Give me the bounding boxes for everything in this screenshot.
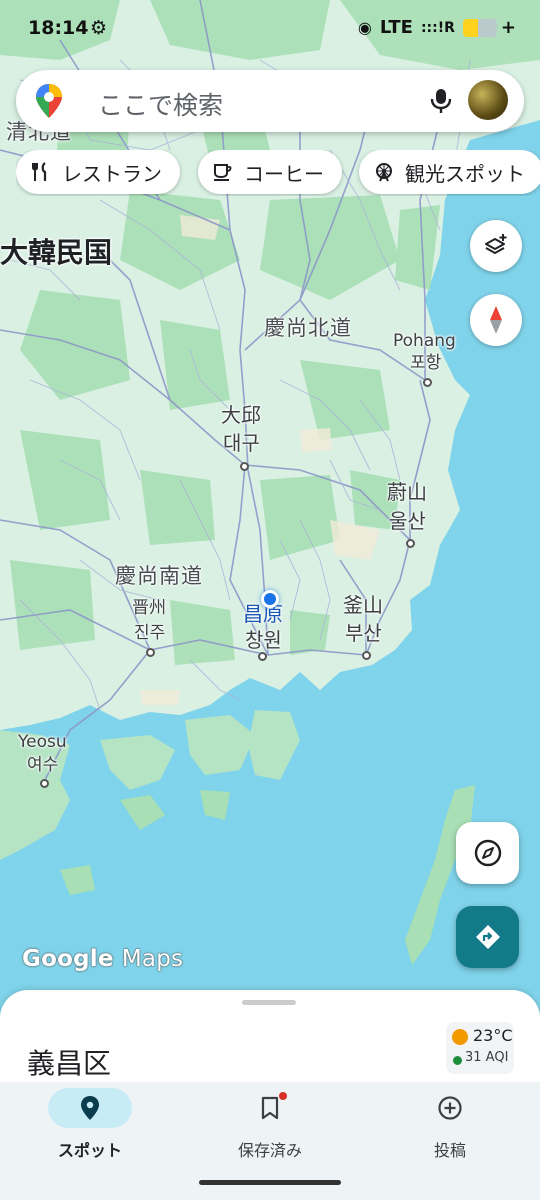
map-label-changwon-cn: 昌原: [243, 602, 283, 626]
map-label-yeosu-ko: 여수: [27, 755, 59, 775]
search-bar[interactable]: ここで検索: [16, 70, 524, 132]
network-type: LTE: [379, 17, 413, 38]
add-circle-icon: [438, 1096, 462, 1120]
status-indicators: ◉ LTE :::!R +: [358, 17, 516, 38]
fork-knife-icon: [32, 162, 47, 181]
nav-contribute[interactable]: 投稿: [360, 1082, 540, 1172]
map-label-jinju-cn: 晋州: [132, 598, 166, 618]
chip-sightseeing[interactable]: 観光スポット: [359, 150, 540, 194]
map-label-busan-cn: 釜山: [343, 593, 383, 617]
nav-label: 投稿: [433, 1141, 466, 1160]
attribution-brand: Google: [22, 946, 114, 972]
map-label-gyeongnam: 慶尚南道: [115, 564, 203, 588]
map-city-dot-busan[interactable]: [362, 651, 371, 660]
layers-plus-icon: [485, 234, 507, 254]
layers-button[interactable]: [470, 220, 522, 272]
bookmark-icon: [261, 1096, 279, 1120]
location-pin-icon: [81, 1096, 99, 1120]
status-time: 18:14: [28, 17, 89, 39]
nav-label: 保存済み: [237, 1141, 302, 1160]
chip-label: レストラン: [62, 161, 162, 186]
map-city-dot-daegu[interactable]: [240, 462, 249, 471]
map-city-dot-yeosu[interactable]: [40, 779, 49, 788]
aqi-status-icon: [453, 1056, 462, 1065]
sun-icon: [452, 1029, 468, 1045]
map-label-yeosu-en: Yeosu: [18, 732, 67, 752]
map-label-daegu-cn: 大邱: [221, 403, 261, 427]
weather-widget[interactable]: 23°C 31 AQI: [446, 1022, 514, 1074]
chip-restaurants[interactable]: レストラン: [16, 150, 180, 194]
chip-label: コーヒー: [244, 161, 324, 186]
nav-explore[interactable]: スポット: [0, 1082, 180, 1172]
air-quality: 31 AQI: [465, 1050, 509, 1065]
map-city-dot-changwon[interactable]: [258, 652, 267, 661]
temperature: 23°C: [473, 1026, 513, 1045]
signal-icon: :::!R: [420, 19, 455, 36]
map-label-ulsan-cn: 蔚山: [387, 480, 427, 504]
google-maps-attribution: Google Maps: [22, 946, 183, 972]
map-label-pohang-ko: 포항: [410, 353, 442, 373]
compass-button[interactable]: [470, 294, 522, 346]
map-city-dot-pohang[interactable]: [423, 378, 432, 387]
attribution-product: Maps: [121, 946, 184, 972]
status-bar: 18:14 ⚙ ◉ LTE :::!R +: [0, 0, 540, 58]
map-label-pohang-en: Pohang: [393, 331, 456, 351]
map-label-ulsan-ko: 울산: [389, 509, 426, 533]
microphone-icon[interactable]: [426, 86, 456, 116]
battery-icon: [462, 18, 497, 37]
directions-arrow-icon: [475, 925, 500, 949]
nav-label: スポット: [57, 1141, 122, 1160]
navigation-compass-icon: [474, 839, 501, 867]
explore-button[interactable]: [456, 822, 519, 884]
category-chips: レストラン コーヒー 観光スポット: [16, 150, 540, 196]
chip-coffee[interactable]: コーヒー: [198, 150, 342, 194]
battery-fill: [462, 18, 479, 37]
map-label-changwon-ko: 창원: [245, 628, 282, 652]
map-label-daegu-ko: 대구: [223, 431, 260, 455]
notification-dot: [279, 1092, 287, 1100]
home-indicator[interactable]: [199, 1180, 341, 1185]
nav-saved[interactable]: 保存済み: [180, 1082, 360, 1172]
place-name: 義昌区: [27, 1047, 112, 1080]
hotspot-icon: ◉: [357, 18, 372, 37]
map-label-gyeongbuk: 慶尚北道: [264, 316, 352, 340]
google-maps-pin-icon: [36, 84, 62, 118]
map-city-dot-jinju[interactable]: [146, 648, 155, 657]
coffee-cup-icon: [214, 164, 232, 181]
account-avatar[interactable]: [468, 80, 508, 120]
search-input[interactable]: ここで検索: [98, 86, 223, 122]
chip-label: 観光スポット: [405, 161, 525, 186]
compass-needle-icon: [490, 306, 502, 334]
map-label-country: 大韓民国: [0, 236, 113, 269]
settings-gear-icon: ⚙: [90, 17, 108, 39]
user-location-dot[interactable]: [261, 590, 279, 608]
map-label-jinju-ko: 진주: [134, 623, 166, 643]
map-city-dot-ulsan[interactable]: [406, 539, 415, 548]
charging-icon: +: [500, 17, 516, 38]
directions-button[interactable]: [456, 906, 519, 968]
map-label-busan-ko: 부산: [345, 621, 382, 645]
sheet-drag-handle[interactable]: [242, 1000, 296, 1005]
ferris-wheel-icon: [376, 163, 392, 182]
